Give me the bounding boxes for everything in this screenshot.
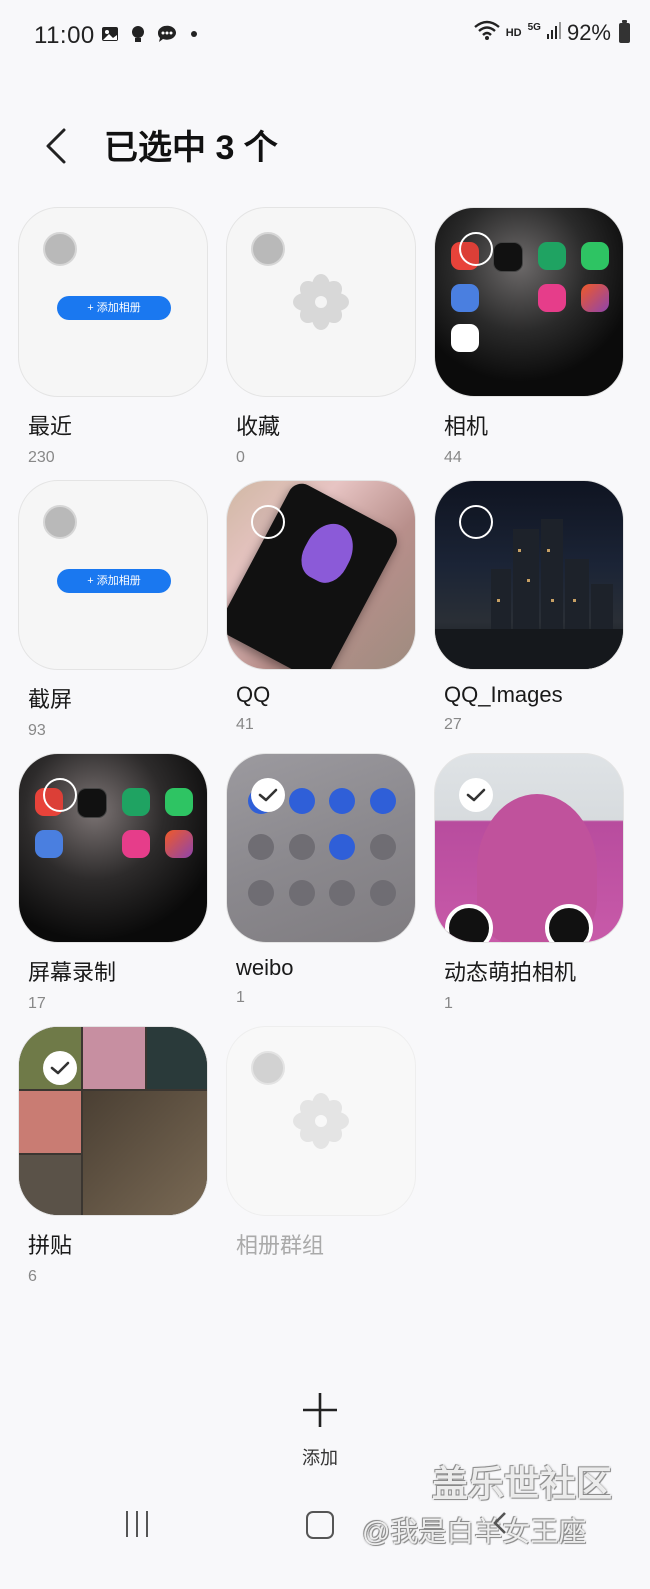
selection-circle[interactable] [459, 232, 493, 266]
selection-check[interactable] [43, 1051, 77, 1085]
hd-indicator: HD [505, 27, 522, 39]
add-button-label: 添加 [302, 1448, 338, 1468]
gallery-notification-icon [100, 24, 120, 44]
album-name: weibo [236, 955, 294, 980]
album-thumbnail [434, 480, 624, 670]
album-name: 相册群组 [236, 1233, 325, 1258]
chevron-left-icon [493, 1512, 506, 1534]
album-screen-recordings[interactable]: 屏幕录制 17 [18, 753, 208, 1013]
battery-icon [619, 20, 630, 43]
album-name: 拼贴 [28, 1233, 73, 1258]
album-name: 相机 [444, 414, 489, 439]
album-thumbnail [18, 1026, 208, 1216]
album-thumbnail [434, 753, 624, 943]
battery-percent: 92% [566, 20, 611, 45]
album-name: 收藏 [236, 414, 281, 439]
album-thumbnail [434, 207, 624, 397]
album-screenshots[interactable]: + 添加相册 截屏 93 [18, 480, 208, 740]
page-title: 已选中 3 个 [104, 129, 278, 167]
album-thumbnail: + 添加相册 [18, 207, 208, 397]
selection-circle[interactable] [459, 505, 493, 539]
signal-icon [546, 20, 561, 46]
album-thumbnail [226, 207, 416, 397]
selection-check[interactable] [251, 778, 285, 812]
album-count: 41 [236, 716, 254, 733]
album-qq-images[interactable]: QQ_Images 27 [434, 480, 624, 734]
status-right: HD 5G 92% [473, 20, 630, 46]
album-thumbnail [226, 753, 416, 943]
flower-icon [293, 1093, 349, 1149]
album-recent[interactable]: + 添加相册 最近 230 [18, 207, 208, 467]
selection-circle [251, 1051, 285, 1085]
album-count: 44 [444, 449, 462, 466]
bulb-notification-icon [128, 24, 148, 44]
album-count: 230 [28, 449, 55, 466]
selection-circle[interactable] [43, 778, 77, 812]
selection-circle[interactable] [43, 232, 77, 266]
album-count: 0 [236, 449, 245, 466]
selection-check[interactable] [459, 778, 493, 812]
album-name: 截屏 [28, 687, 73, 712]
nav-back-button[interactable] [490, 1509, 510, 1544]
selection-circle[interactable] [251, 505, 285, 539]
album-qq[interactable]: QQ 41 [226, 480, 416, 734]
album-count: 93 [28, 722, 46, 739]
add-button[interactable]: 添加 [290, 1390, 350, 1470]
check-icon [50, 1061, 70, 1075]
wifi-icon [473, 20, 500, 46]
selection-circle[interactable] [251, 232, 285, 266]
status-time: 11:00 [34, 22, 95, 49]
album-collage[interactable]: 拼贴 6 [18, 1026, 208, 1286]
add-album-pill: + 添加相册 [57, 296, 171, 320]
album-name: 最近 [28, 414, 73, 439]
recent-apps-button[interactable] [126, 1511, 148, 1537]
album-name: QQ_Images [444, 682, 563, 707]
selection-circle[interactable] [43, 505, 77, 539]
album-camera[interactable]: 相机 44 [434, 207, 624, 467]
plus-icon [290, 1390, 350, 1438]
album-name: QQ [236, 682, 271, 707]
network-type: 5G [527, 21, 541, 33]
album-dynamic-camera[interactable]: 动态萌拍相机 1 [434, 753, 624, 1013]
album-count: 1 [236, 989, 245, 1006]
navigation-bar [0, 1495, 650, 1555]
album-name: 动态萌拍相机 [444, 960, 577, 985]
add-album-pill: + 添加相册 [57, 569, 171, 593]
album-thumbnail [226, 480, 416, 670]
more-notifications-dot-icon [184, 24, 204, 44]
album-count: 6 [28, 1268, 37, 1285]
album-count: 1 [444, 995, 453, 1012]
album-weibo[interactable]: weibo 1 [226, 753, 416, 1007]
phone-photo [227, 481, 402, 669]
album-count: 17 [28, 995, 46, 1012]
message-notification-icon [156, 24, 176, 44]
album-thumbnail [18, 753, 208, 943]
album-name: 屏幕录制 [28, 960, 117, 985]
header: 已选中 3 个 [0, 110, 650, 180]
chevron-left-icon [46, 128, 66, 164]
album-thumbnail [226, 1026, 416, 1216]
notification-icons [100, 24, 204, 44]
album-group: 相册群组 [226, 1026, 416, 1260]
home-button[interactable] [306, 1511, 334, 1539]
check-icon [466, 788, 486, 802]
album-favorites[interactable]: 收藏 0 [226, 207, 416, 467]
back-button[interactable] [38, 124, 78, 168]
album-thumbnail: + 添加相册 [18, 480, 208, 670]
check-icon [258, 788, 278, 802]
album-count: 27 [444, 716, 462, 733]
status-bar: 11:00 HD 5G 92% [0, 0, 650, 70]
flower-icon [293, 274, 349, 330]
